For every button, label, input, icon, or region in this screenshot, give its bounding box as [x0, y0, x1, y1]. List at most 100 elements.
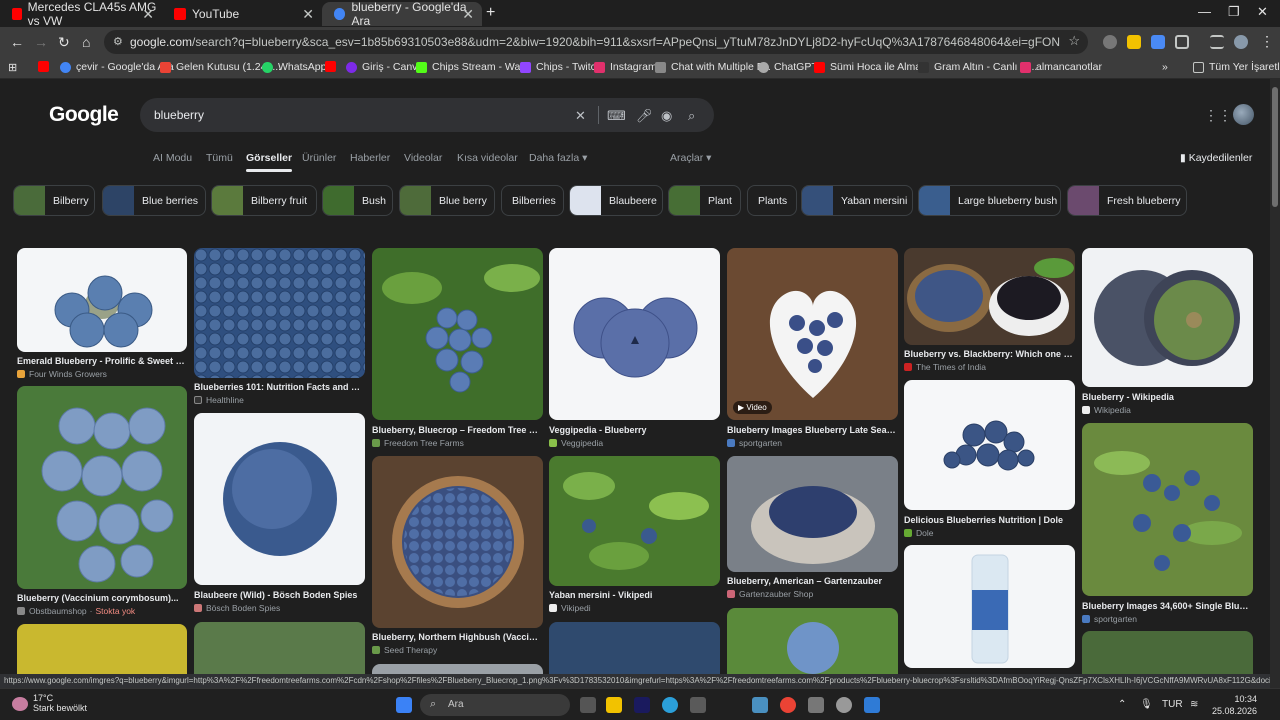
result-title[interactable]: Blueberry vs. Blackberry: Which one is t…: [904, 349, 1075, 359]
result-title[interactable]: Blueberries 101: Nutrition Facts and Hea…: [194, 382, 365, 392]
result-source[interactable]: Healthline: [194, 395, 244, 405]
chip[interactable]: Bilberry fruit: [211, 185, 317, 216]
tab-more[interactable]: Daha fazla ▾: [529, 152, 587, 164]
account-avatar[interactable]: [1233, 104, 1254, 125]
result-source[interactable]: sportgarten: [727, 438, 782, 448]
result-image[interactable]: [904, 380, 1075, 510]
result-title[interactable]: Blueberry, American – Gartenzauber: [727, 576, 898, 586]
search-icon[interactable]: ⌕: [688, 108, 695, 124]
tab-short-videos[interactable]: Kısa videolar: [457, 152, 518, 164]
search-input[interactable]: blueberry: [154, 108, 204, 122]
result-source[interactable]: Dole: [904, 528, 933, 538]
result-title[interactable]: Blueberry, Northern Highbush (Vaccinium.…: [372, 632, 543, 642]
apps-grid-icon[interactable]: ⊞: [8, 61, 17, 74]
result-title[interactable]: Blueberry, Bluecrop – Freedom Tree Farms: [372, 425, 543, 435]
tab-images[interactable]: Görseller: [246, 152, 293, 172]
result-image[interactable]: [727, 608, 898, 684]
bookmark-item[interactable]: çevir - Google'da Ara: [60, 61, 174, 73]
result-source[interactable]: The Times of India: [904, 362, 986, 372]
chip[interactable]: Blue berries: [102, 185, 206, 216]
bookmark-item[interactable]: ChatGPT: [758, 61, 818, 73]
bookmark-item[interactable]: [38, 61, 54, 72]
premiere-icon[interactable]: [634, 697, 650, 713]
bookmark-item[interactable]: Instagram: [594, 61, 657, 73]
result-image[interactable]: [194, 248, 365, 378]
result-title[interactable]: Blueberry (Vaccinium corymbosum)...: [17, 593, 187, 603]
clear-icon[interactable]: ✕: [575, 108, 586, 124]
extensions-puzzle-icon[interactable]: [1175, 35, 1189, 49]
close-window-icon[interactable]: ✕: [1257, 4, 1268, 20]
google-logo[interactable]: Google: [49, 103, 119, 127]
chip[interactable]: Plant: [668, 185, 741, 216]
bookmark-item[interactable]: Chips - Twitch: [520, 61, 602, 73]
app-icon[interactable]: [836, 697, 852, 713]
result-title[interactable]: Blueberry Images Blueberry Late Season..…: [727, 425, 898, 435]
camera-search-icon[interactable]: ◉: [661, 108, 672, 124]
tools-button[interactable]: Araçlar ▾: [670, 152, 711, 164]
result-image[interactable]: [372, 248, 543, 420]
extension-icon[interactable]: [1103, 35, 1117, 49]
result-source[interactable]: Bösch Boden Spies: [194, 603, 280, 613]
store-icon[interactable]: [690, 697, 706, 713]
result-title[interactable]: Blueberry - Wikipedia: [1082, 392, 1253, 402]
chrome-icon[interactable]: [780, 697, 796, 713]
chip[interactable]: Plants: [747, 185, 797, 216]
edge-icon[interactable]: [662, 697, 678, 713]
site-info-icon[interactable]: ⚙: [113, 35, 123, 48]
result-image[interactable]: [17, 386, 187, 589]
result-image[interactable]: [727, 456, 898, 572]
extension-icon[interactable]: [1151, 35, 1165, 49]
result-image[interactable]: [549, 248, 720, 420]
bookmark-item[interactable]: WhatsApp: [262, 61, 326, 73]
chip[interactable]: Large blueberry bush: [918, 185, 1061, 216]
result-source[interactable]: Vikipedi: [549, 603, 591, 613]
chip[interactable]: Bush: [322, 185, 393, 216]
result-title[interactable]: Veggipedia - Blueberry: [549, 425, 720, 435]
weather-widget[interactable]: 17°C Stark bewölkt: [33, 693, 87, 713]
result-source[interactable]: Freedom Tree Farms: [372, 438, 464, 448]
result-image[interactable]: [1082, 423, 1253, 596]
reload-icon[interactable]: ↻: [58, 34, 70, 51]
result-source[interactable]: Four Winds Growers: [17, 369, 107, 379]
close-tab-icon[interactable]: ✕: [462, 6, 474, 23]
result-title[interactable]: Blueberry Images 34,600+ Single Blueberr…: [1082, 601, 1253, 611]
result-title[interactable]: Emerald Blueberry - Prolific & Sweet Ber…: [17, 356, 187, 366]
chip[interactable]: Bilberry: [13, 185, 95, 216]
bookmark-item[interactable]: [325, 61, 341, 72]
taskbar-search[interactable]: ⌕ Ara: [420, 694, 570, 716]
close-tab-icon[interactable]: ✕: [302, 6, 314, 23]
tab-products[interactable]: Ürünler: [302, 152, 336, 164]
chip[interactable]: Fresh blueberry: [1067, 185, 1187, 216]
bookmark-star-icon[interactable]: ☆: [1068, 33, 1080, 49]
bookmark-item[interactable]: Chat with Multiple F...: [655, 61, 771, 73]
tab-google-search[interactable]: blueberry - Google'da Ara ✕: [322, 0, 482, 28]
tab-videos[interactable]: Videolar: [404, 152, 442, 164]
tab-news[interactable]: Haberler: [350, 152, 390, 164]
result-source[interactable]: Obstbaumshop · Stokta yok: [17, 606, 135, 616]
chip[interactable]: Blue berry: [399, 185, 495, 216]
microphone-icon[interactable]: 🎙︎: [1140, 699, 1153, 710]
address-bar[interactable]: ⚙ google.com/search?q=blueberry&sca_esv=…: [104, 30, 1088, 54]
vscode-icon[interactable]: [864, 697, 880, 713]
tray-chevron-icon[interactable]: ⌃: [1118, 699, 1126, 710]
clock[interactable]: 10:34 25.08.2026: [1212, 693, 1257, 717]
microphone-icon[interactable]: 🎤︎: [636, 108, 653, 124]
result-source[interactable]: Veggipedia: [549, 438, 603, 448]
search-box[interactable]: blueberry ✕ ⌨ 🎤︎ ◉ ⌕: [140, 98, 714, 132]
task-view-icon[interactable]: [580, 697, 596, 713]
language-indicator[interactable]: TUR: [1162, 699, 1183, 710]
result-image[interactable]: [904, 248, 1075, 345]
all-bookmarks-folder[interactable]: Tüm Yer İşaretleri: [1193, 61, 1280, 73]
result-title[interactable]: Blaubeere (Wild) - Bösch Boden Spies: [194, 590, 365, 600]
extension-icon[interactable]: [1127, 35, 1141, 49]
tab-all[interactable]: Tümü: [206, 152, 233, 164]
bookmark-item[interactable]: Chips Stream - Wat...: [416, 61, 532, 73]
result-source[interactable]: Seed Therapy: [372, 645, 437, 655]
result-image[interactable]: [17, 248, 187, 352]
media-icon[interactable]: [1210, 35, 1224, 49]
result-image[interactable]: [372, 456, 543, 628]
page-scrollbar[interactable]: [1270, 79, 1280, 688]
close-tab-icon[interactable]: ✕: [142, 6, 154, 23]
profile-avatar[interactable]: [1234, 35, 1248, 49]
file-explorer-icon[interactable]: [606, 697, 622, 713]
